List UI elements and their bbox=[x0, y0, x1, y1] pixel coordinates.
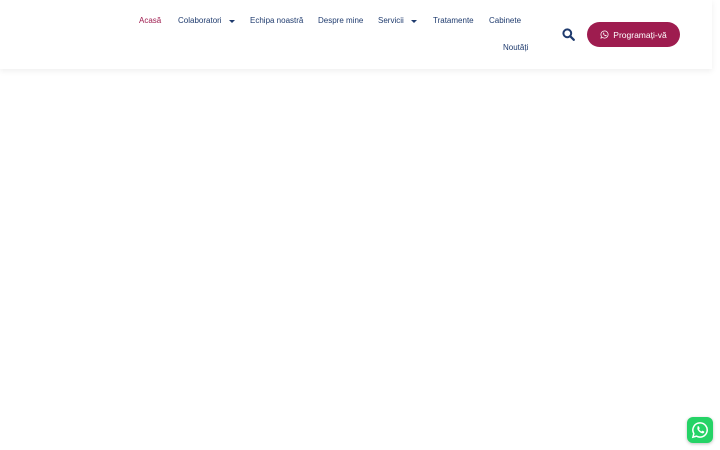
site-header: Acasă Colaboratori Echipa noastră Despre… bbox=[0, 0, 712, 69]
nav-item-label: Echipa noastră bbox=[250, 16, 304, 25]
nav-item-label: Colaboratori bbox=[178, 16, 222, 25]
nav-item-cabinete[interactable]: Cabinete bbox=[489, 16, 521, 26]
whatsapp-chat-button[interactable] bbox=[687, 417, 713, 443]
nav-item-acasa[interactable]: Acasă bbox=[139, 16, 161, 26]
book-appointment-label: Programați-vă bbox=[613, 29, 667, 40]
nav-item-label: Despre mine bbox=[318, 16, 364, 25]
search-icon[interactable] bbox=[562, 28, 575, 41]
nav-item-label: Servicii bbox=[378, 16, 404, 25]
nav-item-label: Tratamente bbox=[433, 16, 474, 25]
nav-item-echipa-noastra[interactable]: Echipa noastră bbox=[250, 16, 303, 26]
book-appointment-button[interactable]: Programați-vă bbox=[587, 22, 680, 47]
nav-item-label: Acasă bbox=[139, 16, 162, 25]
nav-item-servicii[interactable]: Servicii bbox=[378, 16, 417, 26]
nav-item-noutati[interactable]: Noutăți bbox=[503, 43, 528, 53]
chevron-down-icon bbox=[410, 20, 417, 23]
nav-item-label: Noutăți bbox=[503, 43, 529, 52]
whatsapp-icon bbox=[600, 30, 609, 39]
nav-item-despre-mine[interactable]: Despre mine bbox=[318, 16, 363, 26]
nav-item-tratamente[interactable]: Tratamente bbox=[433, 16, 474, 26]
nav-item-label: Cabinete bbox=[489, 16, 522, 25]
nav-item-colaboratori[interactable]: Colaboratori bbox=[178, 16, 235, 26]
chevron-down-icon bbox=[228, 20, 235, 23]
whatsapp-icon bbox=[691, 421, 709, 439]
